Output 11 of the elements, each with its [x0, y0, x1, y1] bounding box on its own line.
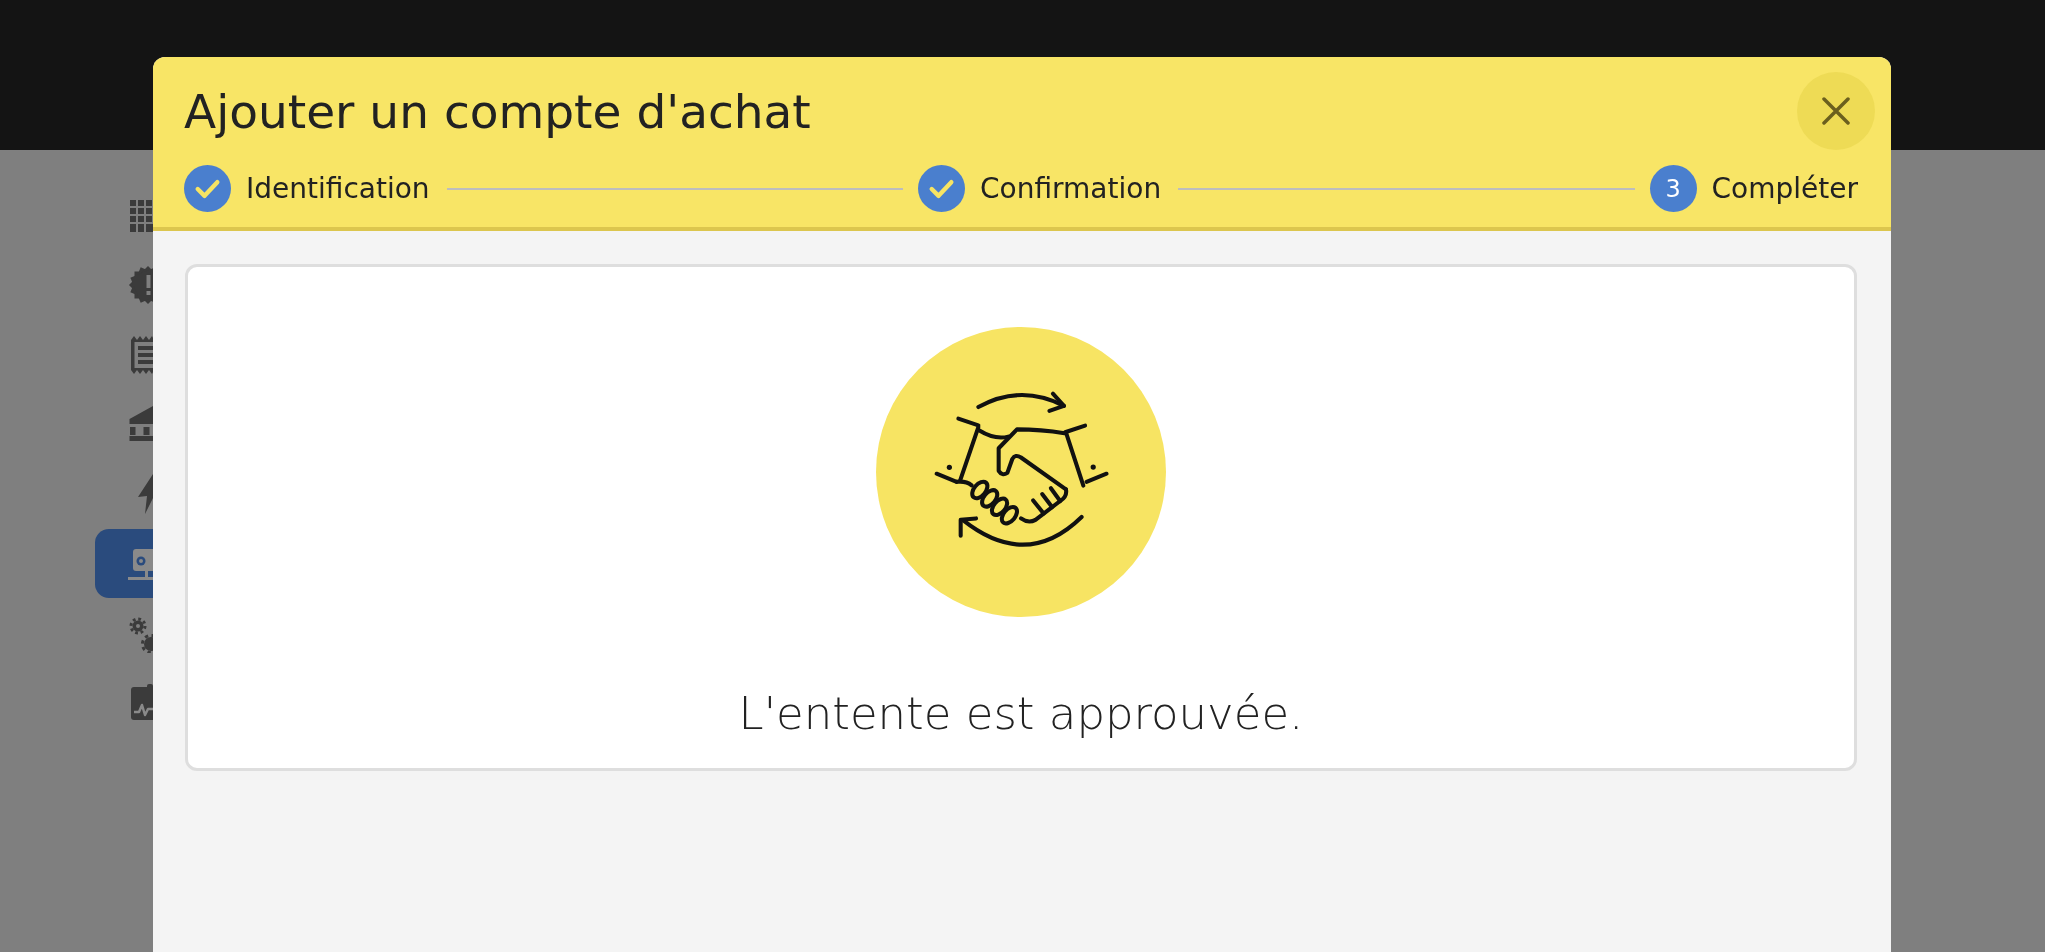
- sidebar-item[interactable]: [95, 528, 153, 598]
- step-label: Compléter: [1711, 172, 1858, 205]
- step-number: 3: [1649, 165, 1697, 212]
- dialog-title: Ajouter un compte d'achat: [184, 83, 811, 139]
- pulse-chart-icon: [128, 682, 153, 723]
- step-label: Identification: [246, 172, 430, 205]
- step-label: Confirmation: [980, 172, 1162, 205]
- message-text: L'entente est approuvée.: [738, 687, 1304, 741]
- handshake-icon: [876, 327, 1166, 617]
- receipt-icon: [128, 334, 153, 375]
- close-icon: [1822, 97, 1850, 125]
